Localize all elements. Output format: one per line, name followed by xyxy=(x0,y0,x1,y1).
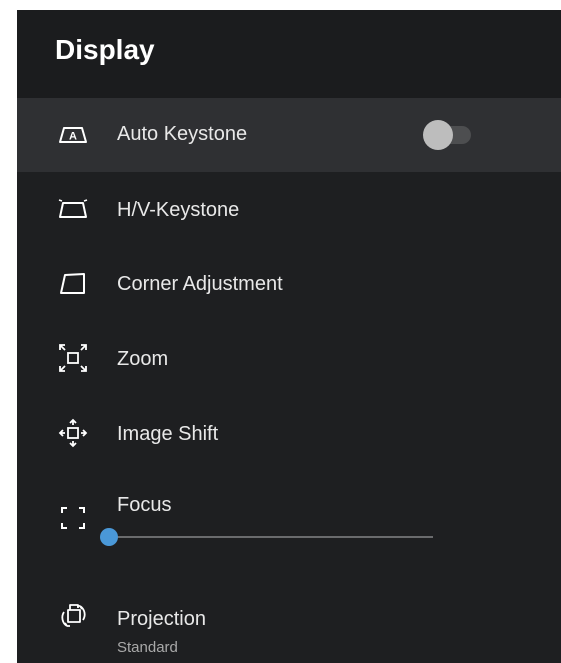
menu-item-label: Projection xyxy=(117,608,206,630)
menu-item-corner-adjustment[interactable]: Corner Adjustment xyxy=(17,247,561,322)
slider-thumb[interactable] xyxy=(100,528,118,546)
menu-item-label: Focus xyxy=(117,494,172,516)
toggle-knob xyxy=(423,120,453,150)
image-shift-icon xyxy=(55,415,91,451)
menu-item-image-shift[interactable]: Image Shift xyxy=(17,397,561,472)
menu-item-label: Corner Adjustment xyxy=(117,273,283,295)
keystone-icon xyxy=(55,192,91,228)
page-title: Display xyxy=(55,34,155,65)
projection-value: Standard xyxy=(117,639,178,656)
menu-item-label: Image Shift xyxy=(117,423,219,445)
menu-item-zoom[interactable]: Zoom xyxy=(17,322,561,397)
display-settings-panel: Display A Auto Keystone H/V-Keystone Cor… xyxy=(17,10,561,663)
menu-item-label: Zoom xyxy=(117,348,169,370)
focus-icon xyxy=(55,500,91,536)
header: Display xyxy=(17,10,561,98)
menu-item-focus[interactable]: Focus xyxy=(17,472,561,570)
menu-item-label: Auto Keystone xyxy=(117,123,248,145)
menu-item-auto-keystone[interactable]: A Auto Keystone xyxy=(17,98,561,172)
projection-icon xyxy=(55,598,91,634)
auto-keystone-toggle[interactable] xyxy=(423,120,473,150)
menu-item-hv-keystone[interactable]: H/V-Keystone xyxy=(17,172,561,247)
focus-slider[interactable] xyxy=(100,527,433,547)
slider-rail xyxy=(109,536,433,538)
auto-keystone-icon: A xyxy=(55,117,91,153)
corner-adjustment-icon xyxy=(55,266,91,302)
menu-item-projection[interactable]: Projection Standard xyxy=(17,570,561,663)
zoom-icon xyxy=(55,340,91,376)
svg-text:A: A xyxy=(69,131,77,143)
menu-item-label: H/V-Keystone xyxy=(117,199,240,221)
